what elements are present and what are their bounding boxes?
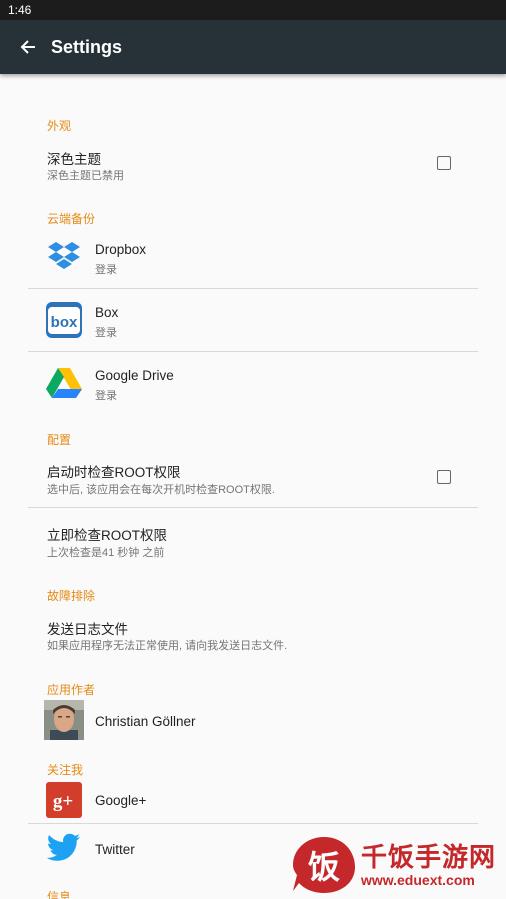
- setting-google-plus[interactable]: g+ Google+: [28, 778, 478, 823]
- status-time: 1:46: [8, 3, 32, 17]
- setting-title: Google Drive: [95, 368, 174, 383]
- section-header-appearance: 外观: [47, 119, 72, 133]
- section-header-cloud: 云端备份: [47, 212, 96, 226]
- root-on-start-checkbox[interactable]: [437, 470, 451, 484]
- setting-dark-theme[interactable]: 深色主题 深色主题已禁用: [28, 138, 478, 188]
- setting-google-drive[interactable]: Google Drive 登录: [28, 352, 478, 414]
- google-drive-icon: [46, 365, 82, 401]
- dropbox-icon: [46, 239, 82, 275]
- setting-title: Twitter: [95, 842, 135, 857]
- setting-root-on-start[interactable]: 启动时检查ROOT权限 选中后, 该应用会在每次开机时检查ROOT权限.: [28, 451, 478, 507]
- setting-title: 发送日志文件: [47, 622, 128, 637]
- settings-list[interactable]: 外观 深色主题 深色主题已禁用 云端备份 Dropbox 登录 box Box …: [0, 74, 506, 899]
- setting-check-root-now[interactable]: 立即检查ROOT权限 上次检查是41 秒钟 之前: [28, 508, 478, 564]
- setting-author[interactable]: Christian Göllner: [28, 698, 478, 744]
- setting-title: 立即检查ROOT权限: [47, 528, 167, 543]
- author-name: Christian Göllner: [95, 714, 196, 729]
- google-plus-icon-text: g+: [53, 791, 73, 812]
- setting-subtitle: 登录: [95, 264, 117, 276]
- setting-title: 深色主题: [47, 152, 101, 167]
- section-header-troubleshoot: 故障排除: [47, 589, 96, 603]
- section-header-follow: 关注我: [47, 763, 84, 777]
- setting-title: Dropbox: [95, 242, 147, 257]
- setting-box[interactable]: box Box 登录: [28, 289, 478, 351]
- setting-title: Box: [95, 305, 119, 320]
- setting-subtitle: 选中后, 该应用会在每次开机时检查ROOT权限.: [47, 484, 275, 496]
- setting-title: Google+: [95, 793, 147, 808]
- section-header-config: 配置: [47, 433, 72, 447]
- twitter-icon: [46, 830, 82, 866]
- setting-subtitle: 深色主题已禁用: [47, 170, 124, 182]
- status-bar: 1:46: [0, 0, 506, 20]
- setting-dropbox[interactable]: Dropbox 登录: [28, 227, 478, 287]
- setting-twitter[interactable]: Twitter: [28, 824, 478, 872]
- arrow-back-icon[interactable]: [17, 36, 39, 58]
- setting-title: 启动时检查ROOT权限: [47, 465, 181, 480]
- setting-subtitle: 上次检查是41 秒钟 之前: [47, 547, 165, 559]
- setting-subtitle: 登录: [95, 390, 117, 402]
- page-title: Settings: [51, 36, 123, 57]
- setting-send-logs[interactable]: 发送日志文件 如果应用程序无法正常使用, 请向我发送日志文件.: [28, 608, 478, 660]
- box-icon-text: box: [51, 314, 78, 331]
- author-avatar: [44, 700, 84, 740]
- dark-theme-checkbox[interactable]: [437, 156, 451, 170]
- section-header-info: 信息: [47, 890, 72, 899]
- box-icon: box: [46, 302, 82, 338]
- setting-subtitle: 如果应用程序无法正常使用, 请向我发送日志文件.: [47, 640, 288, 652]
- section-header-author: 应用作者: [47, 683, 96, 697]
- app-bar: Settings: [0, 20, 506, 74]
- google-plus-icon: g+: [46, 782, 82, 818]
- setting-subtitle: 登录: [95, 327, 117, 339]
